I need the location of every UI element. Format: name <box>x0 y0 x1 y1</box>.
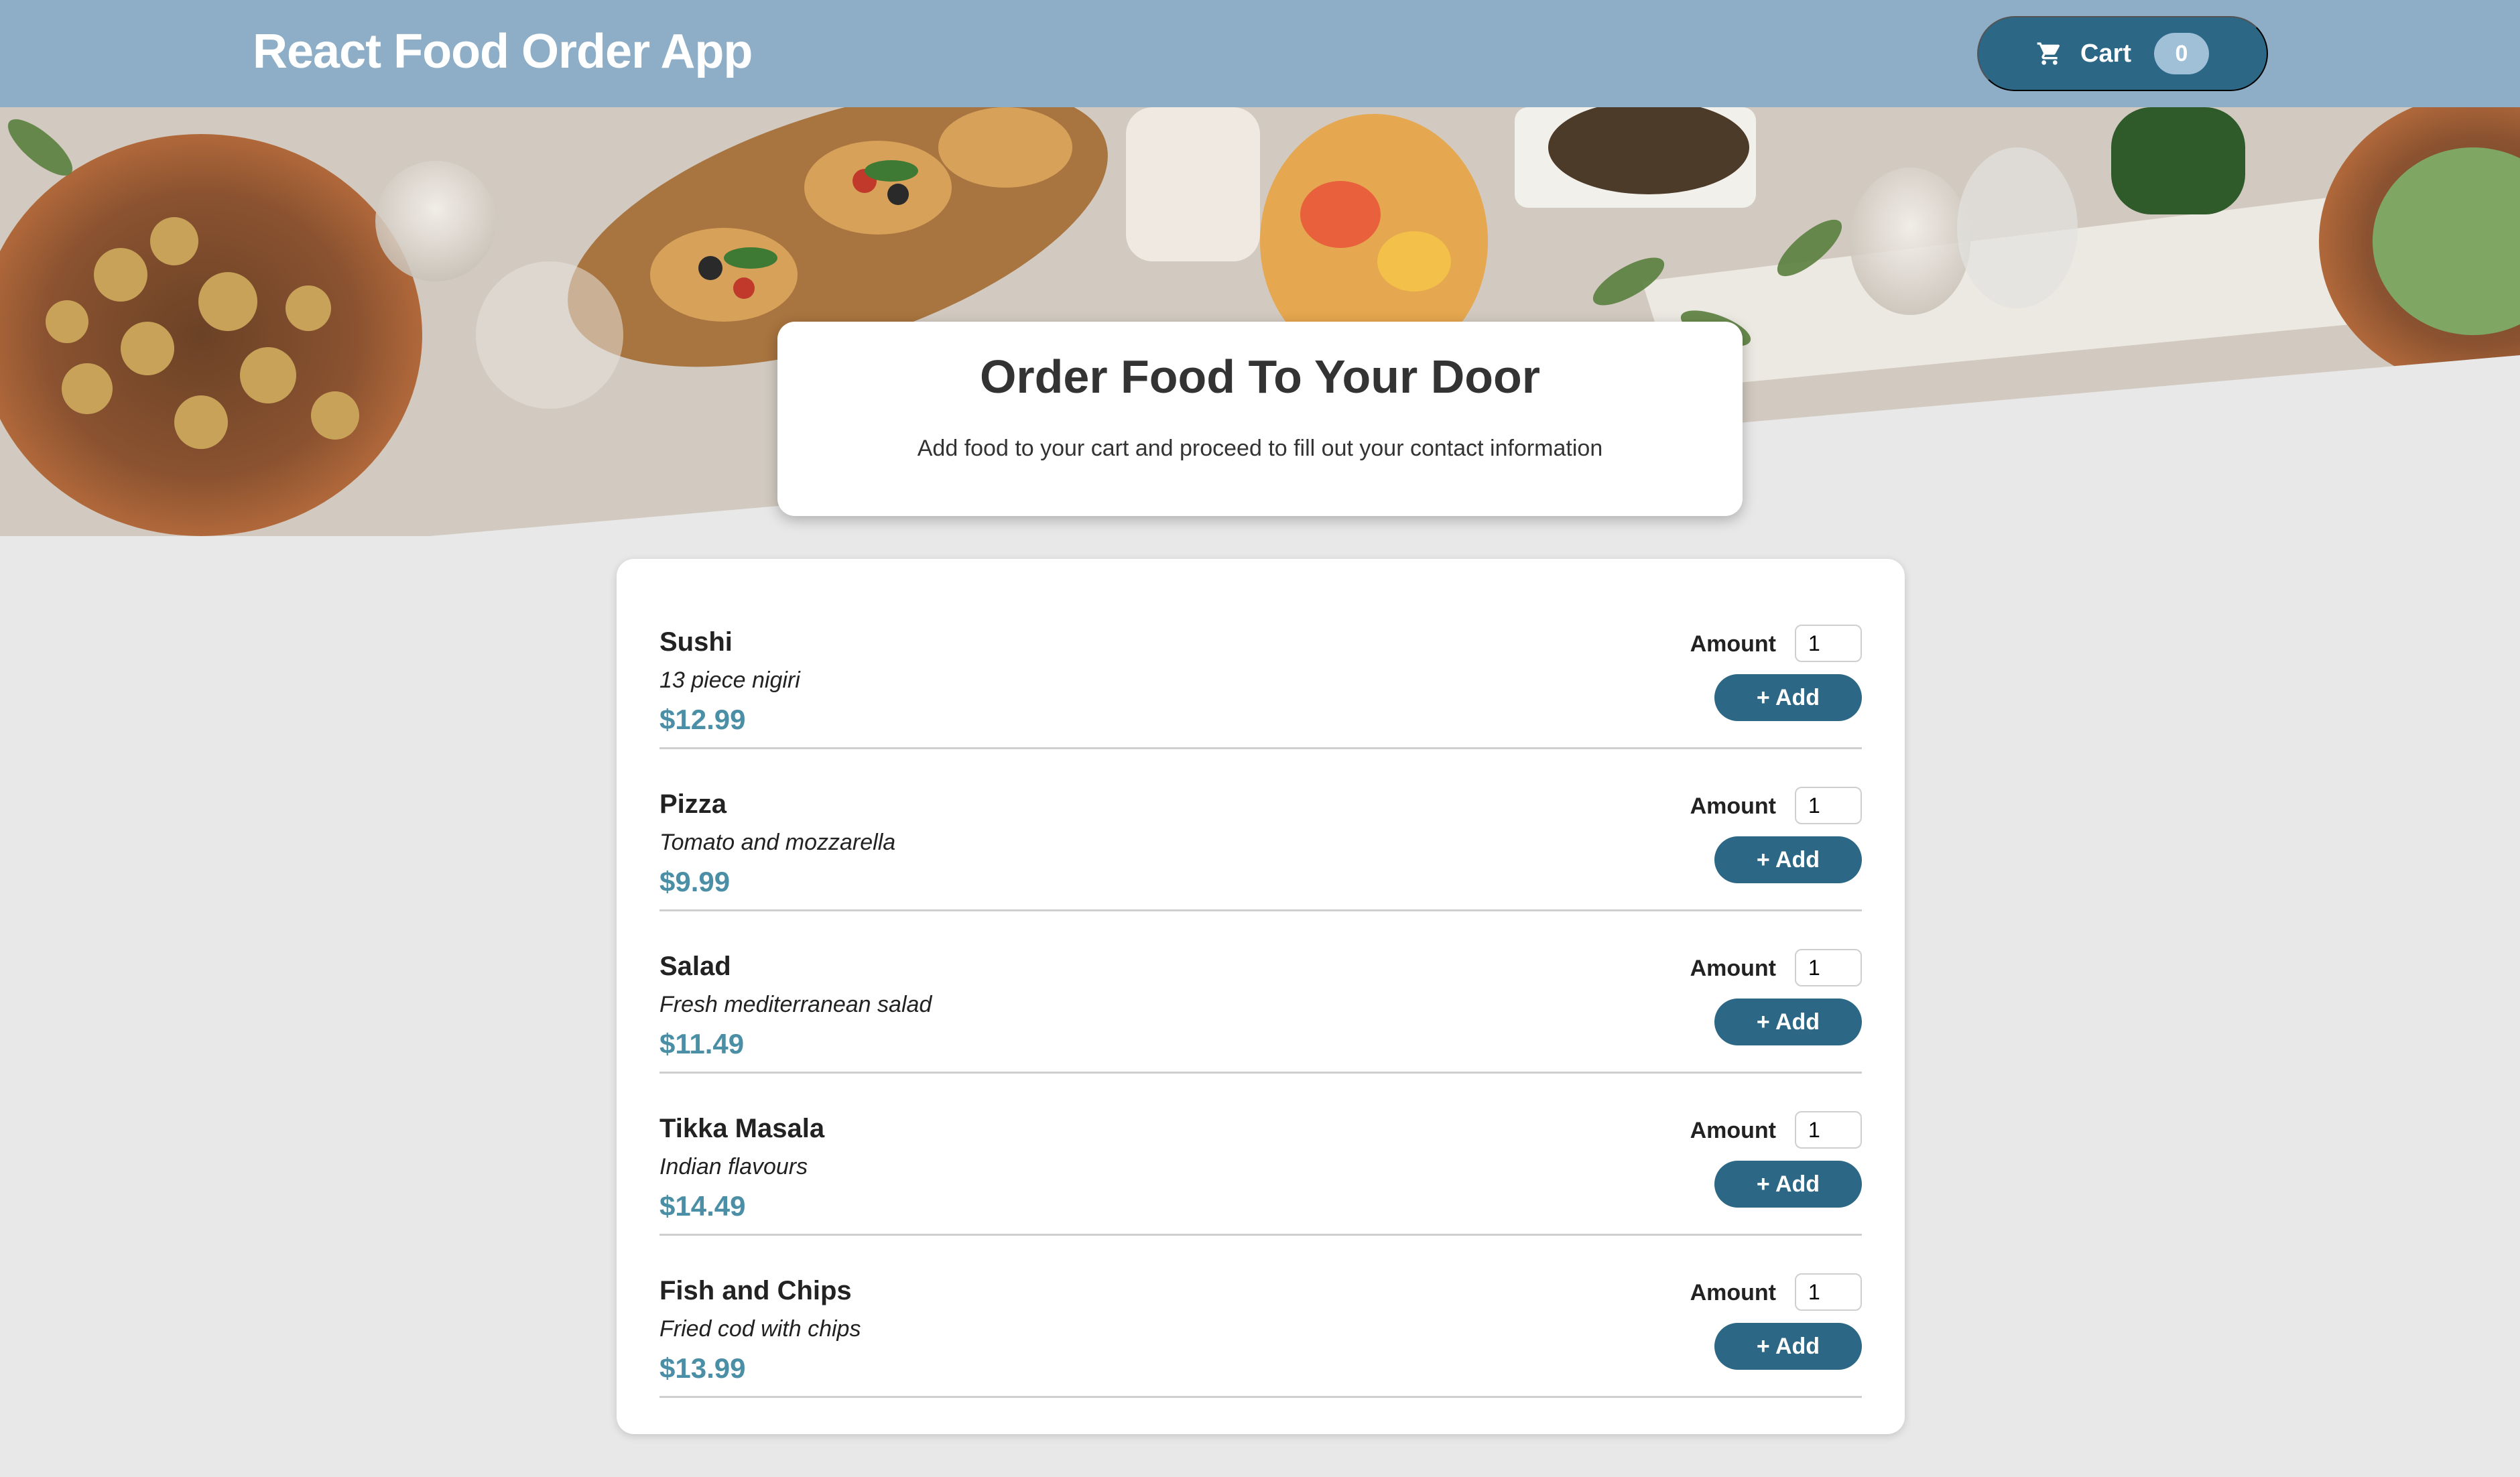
amount-label: Amount <box>1690 793 1776 819</box>
app-header: React Food Order App Cart 0 <box>0 0 2520 107</box>
meal-name: Fish and Chips <box>659 1276 852 1305</box>
meal-price: $12.99 <box>659 704 746 735</box>
meal-item: Tikka Masala Indian flavours $14.49 Amou… <box>659 1074 1862 1236</box>
meal-price: $11.49 <box>659 1028 745 1059</box>
add-button[interactable]: + Add <box>1714 1161 1862 1208</box>
summary-card: Order Food To Your Door Add food to your… <box>777 322 1743 516</box>
add-button[interactable]: + Add <box>1714 1323 1862 1370</box>
add-button[interactable]: + Add <box>1714 836 1862 883</box>
summary-text: Add food to your cart and proceed to fil… <box>917 436 1603 461</box>
meal-name: Salad <box>659 952 731 981</box>
add-button[interactable]: + Add <box>1714 674 1862 721</box>
meal-name: Pizza <box>659 789 727 819</box>
amount-label: Amount <box>1690 1118 1776 1143</box>
amount-input[interactable] <box>1795 1273 1862 1311</box>
app-title: React Food Order App <box>253 25 753 78</box>
cart-label: Cart <box>2080 39 2132 68</box>
amount-label: Amount <box>1690 631 1776 657</box>
meal-description: Tomato and mozzarella <box>659 830 896 855</box>
cart-button[interactable]: Cart 0 <box>1977 16 2268 91</box>
meal-price: $9.99 <box>659 866 731 897</box>
amount-input[interactable] <box>1795 625 1862 662</box>
meal-description: Fried cod with chips <box>659 1316 861 1342</box>
meal-item: Salad Fresh mediterranean salad $11.49 A… <box>659 911 1862 1074</box>
add-button[interactable]: + Add <box>1714 999 1862 1045</box>
meal-item: Sushi 13 piece nigiri $12.99 Amount + Ad… <box>659 587 1862 749</box>
meal-name: Tikka Masala <box>659 1114 825 1143</box>
meal-item: Fish and Chips Fried cod with chips $13.… <box>659 1236 1862 1398</box>
amount-label: Amount <box>1690 1280 1776 1305</box>
meal-item: Pizza Tomato and mozzarella $9.99 Amount… <box>659 749 1862 911</box>
amount-label: Amount <box>1690 956 1776 981</box>
amount-input[interactable] <box>1795 1111 1862 1149</box>
meal-description: Fresh mediterranean salad <box>659 992 932 1017</box>
meal-price: $13.99 <box>659 1352 746 1384</box>
amount-input[interactable] <box>1795 787 1862 824</box>
cart-count-badge: 0 <box>2154 33 2210 74</box>
meal-price: $14.49 <box>659 1190 746 1222</box>
meal-name: Sushi <box>659 627 733 657</box>
meal-description: Indian flavours <box>659 1154 808 1179</box>
amount-input[interactable] <box>1795 949 1862 986</box>
meal-description: 13 piece nigiri <box>659 667 800 693</box>
meals-list: Sushi 13 piece nigiri $12.99 Amount + Ad… <box>617 559 1905 1434</box>
summary-title: Order Food To Your Door <box>979 350 1541 403</box>
cart-icon <box>2037 42 2060 65</box>
